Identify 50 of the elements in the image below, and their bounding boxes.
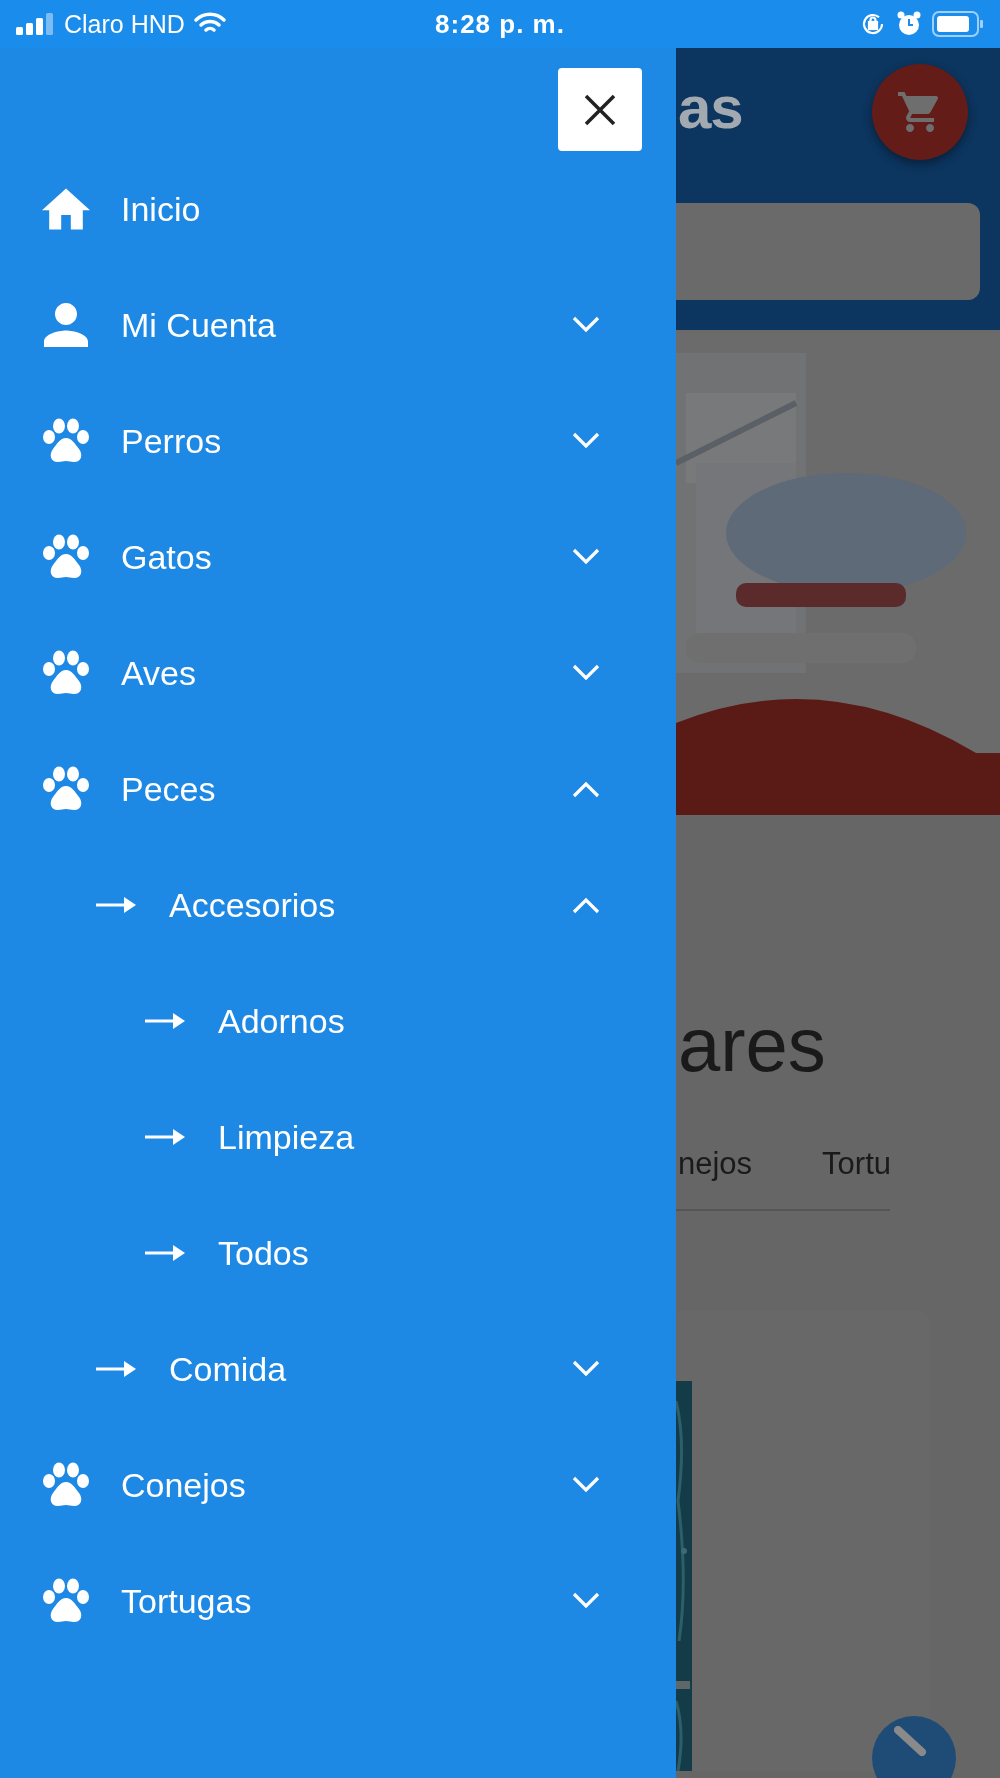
- close-icon: [583, 92, 617, 127]
- paw-icon: [42, 766, 90, 812]
- menu-item[interactable]: Perros: [121, 421, 572, 461]
- logo-text: as: [678, 78, 743, 138]
- arrow-icon: [145, 1013, 185, 1029]
- category-tab[interactable]: Tortu: [822, 1146, 892, 1182]
- chevron-down-icon[interactable]: [572, 432, 600, 450]
- paw-icon: [42, 534, 90, 580]
- chevron-down-icon[interactable]: [572, 664, 600, 682]
- paw-icon: [42, 1578, 90, 1624]
- cart-button[interactable]: [872, 64, 968, 160]
- chevron-up-icon[interactable]: [572, 896, 600, 914]
- chevron-down-icon[interactable]: [572, 548, 600, 566]
- chevron-down-icon[interactable]: [572, 316, 600, 334]
- menu-item[interactable]: Limpieza: [218, 1117, 600, 1157]
- menu-item[interactable]: Gatos: [121, 537, 572, 577]
- chevron-down-icon[interactable]: [572, 1476, 600, 1494]
- carrier-name: Claro HND: [64, 9, 185, 39]
- category-tab[interactable]: nejos: [678, 1146, 753, 1182]
- arrow-icon: [96, 897, 136, 913]
- menu-item[interactable]: Aves: [121, 653, 572, 693]
- chevron-up-icon[interactable]: [572, 780, 600, 798]
- arrow-icon: [96, 1361, 136, 1377]
- pencil-icon: [894, 1726, 928, 1756]
- arrow-icon: [145, 1129, 185, 1145]
- battery-icon: [932, 11, 984, 37]
- close-button[interactable]: [558, 68, 642, 151]
- section-title: ares: [678, 1007, 827, 1083]
- person-icon: [44, 303, 88, 347]
- alarm-clock-icon: [896, 11, 922, 37]
- menu-item[interactable]: Tortugas: [121, 1581, 572, 1621]
- edit-button[interactable]: [872, 1716, 956, 1778]
- chevron-down-icon[interactable]: [572, 1592, 600, 1610]
- menu-item[interactable]: Conejos: [121, 1465, 572, 1505]
- signal-icon: [16, 12, 56, 36]
- search-field[interactable]: [676, 203, 980, 300]
- menu-item[interactable]: Inicio: [121, 189, 600, 229]
- menu-item[interactable]: Accesorios: [169, 885, 572, 925]
- clock-time: 8:28 p. m.: [435, 8, 565, 40]
- chevron-down-icon[interactable]: [572, 1360, 600, 1378]
- menu-item[interactable]: Adornos: [218, 1001, 600, 1041]
- menu-item[interactable]: Peces: [121, 769, 572, 809]
- rotation-lock-icon: [860, 11, 886, 37]
- menu-item[interactable]: Comida: [169, 1349, 572, 1389]
- arrow-icon: [145, 1245, 185, 1261]
- paw-icon: [42, 418, 90, 464]
- paw-icon: [42, 1462, 90, 1508]
- menu-item[interactable]: Todos: [218, 1233, 600, 1273]
- menu-item[interactable]: Mi Cuenta: [121, 305, 572, 345]
- paw-icon: [42, 650, 90, 696]
